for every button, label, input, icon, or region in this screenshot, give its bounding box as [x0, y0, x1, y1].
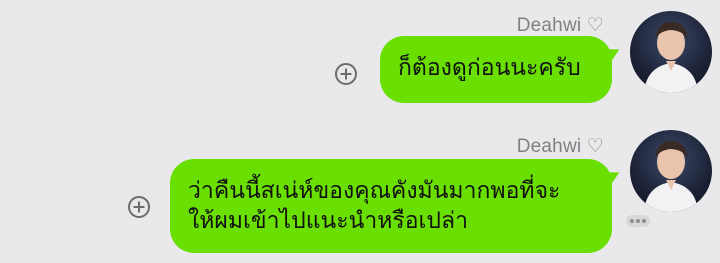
sender-name: Deahwi ♡	[516, 136, 604, 157]
avatar[interactable]	[630, 11, 712, 93]
avatar-image	[644, 140, 698, 212]
avatar[interactable]	[630, 130, 712, 212]
dot	[636, 219, 640, 223]
message-line-1: ว่าคืนนี้สเน่ห์ของคุณคังมันมากพอที่จะ	[188, 178, 561, 204]
message-text: ก็ต้องดูก่อนนะครับ	[398, 55, 581, 81]
more-dots-icon[interactable]	[626, 215, 650, 227]
message-line-2: ให้ผมเข้าไปแนะนำหรือเปล่า	[188, 208, 469, 234]
sender-name: Deahwi ♡	[516, 15, 604, 36]
message-bubble[interactable]: ว่าคืนนี้สเน่ห์ของคุณคังมันมากพอที่จะ ให…	[170, 159, 624, 253]
plus-circle-icon[interactable]	[128, 196, 150, 218]
bubble-tail	[600, 43, 624, 69]
message-bubble[interactable]: ก็ต้องดูก่อนนะครับ	[380, 36, 624, 103]
chat-view: Deahwi ♡ ก็ต้องดูก่อนนะครับ Deahwi ♡ ว่า…	[0, 0, 720, 263]
dot	[630, 219, 634, 223]
dot	[642, 219, 646, 223]
plus-circle-icon[interactable]	[335, 63, 357, 85]
avatar-image	[644, 21, 698, 93]
